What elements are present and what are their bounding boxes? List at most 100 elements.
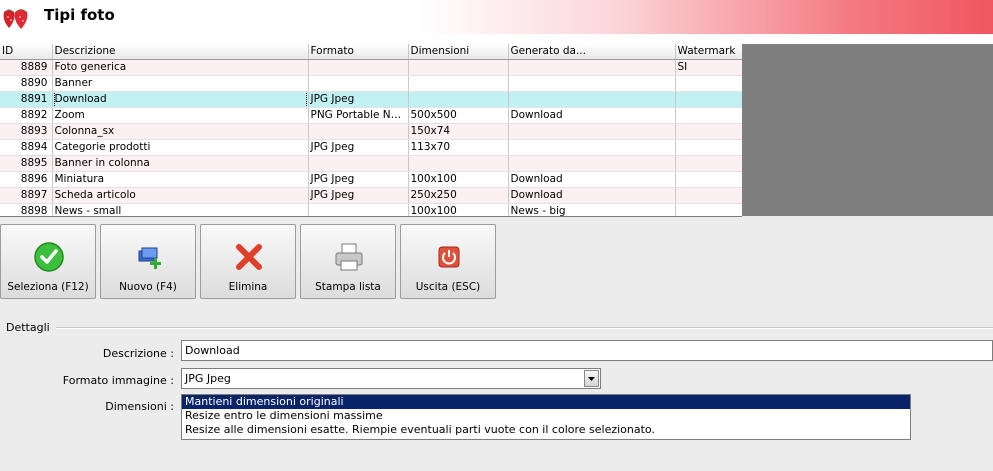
dimensions-listbox[interactable]: Mantieni dimensioni originali Resize ent… xyxy=(181,394,911,440)
table-row[interactable]: 8893 Colonna_sx 150x74 xyxy=(0,123,742,140)
print-list-button-label: Stampa lista xyxy=(315,281,381,293)
cell-id: 8889 xyxy=(0,59,53,76)
cell-formato: JPG Jpeg xyxy=(308,91,409,108)
cell-descrizione: Miniatura xyxy=(52,171,309,188)
cell-formato: JPG Jpeg xyxy=(308,139,409,156)
cell-generato-da xyxy=(508,155,676,172)
cell-descrizione: Banner in colonna xyxy=(52,155,309,172)
column-header-watermark[interactable]: Watermark xyxy=(675,44,742,60)
print-list-button[interactable]: Stampa lista xyxy=(300,224,396,299)
description-value: Download xyxy=(185,344,240,357)
cell-descrizione: Zoom xyxy=(52,107,309,124)
cell-dimensioni: 150x74 xyxy=(408,123,509,140)
table-row[interactable]: 8889 Foto generica SI xyxy=(0,59,742,76)
cell-descrizione: Foto generica xyxy=(52,59,309,76)
exit-button-label: Uscita (ESC) xyxy=(415,281,481,293)
cell-dimensioni: 100x100 xyxy=(408,171,509,188)
dimensions-label: Dimensioni : xyxy=(105,400,174,413)
cell-dimensioni: 113x70 xyxy=(408,139,509,156)
column-header-descrizione[interactable]: Descrizione xyxy=(52,44,309,60)
cell-id: 8892 xyxy=(0,107,53,124)
cell-id: 8898 xyxy=(0,203,53,216)
strawberry-logo-icon xyxy=(3,9,28,29)
cell-generato-da xyxy=(508,91,676,108)
cell-descrizione: Categorie prodotti xyxy=(52,139,309,156)
cell-watermark xyxy=(675,187,742,204)
image-format-select[interactable]: JPG Jpeg xyxy=(181,368,601,389)
cell-descrizione: Colonna_sx xyxy=(52,123,309,140)
dimensions-option[interactable]: Resize entro le dimensioni massime xyxy=(182,409,910,423)
cell-formato xyxy=(308,123,409,140)
cell-dimensioni xyxy=(408,155,509,172)
cell-generato-da xyxy=(508,75,676,92)
description-label: Descrizione : xyxy=(102,347,174,360)
cell-generato-da: Download xyxy=(508,107,676,124)
cell-descrizione: Banner xyxy=(52,75,309,92)
delete-button[interactable]: Elimina xyxy=(200,224,296,299)
cell-id: 8890 xyxy=(0,75,53,92)
cell-watermark xyxy=(675,91,742,108)
cell-dimensioni: 250x250 xyxy=(408,187,509,204)
table-row[interactable]: 8895 Banner in colonna xyxy=(0,155,742,172)
select-button-label: Seleziona (F12) xyxy=(7,281,89,293)
format-dropdown-button[interactable] xyxy=(584,370,599,387)
column-header-id[interactable]: ID xyxy=(0,44,53,60)
title-separator xyxy=(0,34,993,44)
window-titlebar: Tipi foto xyxy=(0,0,993,34)
column-header-formato[interactable]: Formato xyxy=(308,44,409,60)
cell-watermark xyxy=(675,75,742,92)
table-row[interactable]: 8898 News - small 100x100 News - big xyxy=(0,203,742,216)
cell-generato-da: Download xyxy=(508,187,676,204)
cell-formato: JPG Jpeg xyxy=(308,187,409,204)
image-format-label: Formato immagine : xyxy=(62,374,174,387)
cell-generato-da: News - big xyxy=(508,203,676,216)
printer-icon xyxy=(335,243,363,271)
table-row[interactable]: 8897 Scheda articolo JPG Jpeg 250x250 Do… xyxy=(0,187,742,204)
check-icon xyxy=(34,242,64,272)
cell-formato xyxy=(308,59,409,76)
add-item-icon xyxy=(138,247,161,269)
delete-button-label: Elimina xyxy=(228,281,268,293)
cell-watermark xyxy=(675,139,742,156)
grid-table: ID Descrizione Formato Dimensioni Genera… xyxy=(0,44,742,216)
cell-watermark: SI xyxy=(675,59,742,76)
cell-watermark xyxy=(675,123,742,140)
table-row[interactable]: 8892 Zoom PNG Portable Ne... 500x500 Dow… xyxy=(0,107,742,124)
cell-formato: JPG Jpeg xyxy=(308,171,409,188)
cell-id: 8896 xyxy=(0,171,53,188)
cell-formato xyxy=(308,203,409,216)
cell-generato-da: Download xyxy=(508,171,676,188)
exit-button[interactable]: Uscita (ESC) xyxy=(400,224,496,299)
table-row[interactable]: 8890 Banner xyxy=(0,75,742,92)
power-icon xyxy=(438,246,460,268)
dimensions-option-selected[interactable]: Mantieni dimensioni originali xyxy=(182,395,910,409)
chevron-down-icon xyxy=(588,377,595,381)
cell-dimensioni: 100x100 xyxy=(408,203,509,216)
grid-empty-area xyxy=(742,44,993,216)
cell-descrizione-text: Download xyxy=(53,91,307,107)
cell-id: 8894 xyxy=(0,139,53,156)
cell-generato-da xyxy=(508,139,676,156)
action-toolbar: Seleziona (F12) Nuovo (F4) Elimina Stamp… xyxy=(0,224,993,302)
cell-descrizione: News - small xyxy=(52,203,309,216)
column-header-dimensioni[interactable]: Dimensioni xyxy=(408,44,509,60)
cell-descrizione: Scheda articolo xyxy=(52,187,309,204)
photo-types-grid[interactable]: ID Descrizione Formato Dimensioni Genera… xyxy=(0,44,742,217)
column-header-generato-da[interactable]: Generato da... xyxy=(508,44,676,60)
cell-dimensioni xyxy=(408,75,509,92)
select-button[interactable]: Seleziona (F12) xyxy=(0,224,96,299)
cell-dimensioni: 500x500 xyxy=(408,107,509,124)
dimensions-option[interactable]: Resize alle dimensioni esatte. Riempie e… xyxy=(182,423,910,437)
cell-dimensioni xyxy=(408,91,509,108)
image-format-value: JPG Jpeg xyxy=(185,372,231,385)
table-row-selected[interactable]: 8891 Download JPG Jpeg xyxy=(0,91,742,108)
table-row[interactable]: 8894 Categorie prodotti JPG Jpeg 113x70 xyxy=(0,139,742,156)
details-section-label: Dettagli xyxy=(6,321,50,334)
table-row[interactable]: 8896 Miniatura JPG Jpeg 100x100 Download xyxy=(0,171,742,188)
cell-formato xyxy=(308,75,409,92)
details-divider xyxy=(56,327,993,329)
new-button[interactable]: Nuovo (F4) xyxy=(100,224,196,299)
description-input[interactable]: Download xyxy=(181,340,993,361)
cell-watermark xyxy=(675,155,742,172)
cell-dimensioni xyxy=(408,59,509,76)
